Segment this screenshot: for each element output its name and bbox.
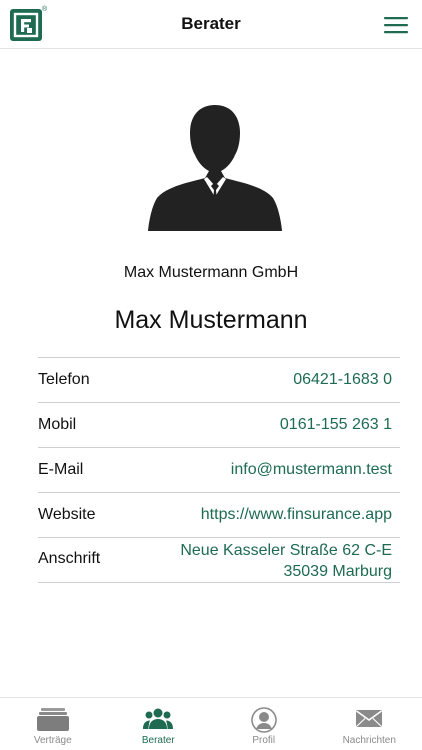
- person-silhouette-icon: [145, 100, 285, 232]
- contact-row-email[interactable]: E-Mail info@mustermann.test: [38, 448, 400, 493]
- website-link[interactable]: https://www.finsurance.app: [201, 506, 392, 524]
- address-street: Neue Kasseler Straße 62 C-E: [180, 542, 392, 559]
- contact-row-website[interactable]: Website https://www.finsurance.app: [38, 493, 400, 538]
- bottom-tab-bar: Verträge Berater Profil Nachrichten: [0, 697, 422, 750]
- contact-row-telefon[interactable]: Telefon 06421-1683 0: [38, 358, 400, 403]
- profile-circle-icon: [250, 707, 277, 733]
- registered-mark: ®: [42, 6, 48, 13]
- envelope-icon: [356, 710, 383, 727]
- tab-label: Verträge: [33, 735, 72, 746]
- hamburger-menu-icon[interactable]: [383, 15, 409, 35]
- phone-link[interactable]: 06421-1683 0: [293, 371, 392, 389]
- tab-berater[interactable]: Berater: [106, 698, 212, 750]
- contact-label: E-Mail: [38, 461, 84, 478]
- mobile-link[interactable]: 0161-155 263 1: [280, 416, 392, 434]
- contact-label: Website: [38, 506, 96, 523]
- address-city: 35039 Marburg: [283, 563, 392, 580]
- contact-row-mobil[interactable]: Mobil 0161-155 263 1: [38, 403, 400, 448]
- page-title: Berater: [181, 14, 241, 33]
- contact-label: Anschrift: [38, 550, 101, 567]
- advisor-name: Max Mustermann: [114, 306, 308, 334]
- tab-label: Profil: [252, 735, 276, 746]
- app-header: ® Berater: [0, 0, 422, 49]
- people-group-icon: [143, 708, 174, 729]
- tab-vertraege[interactable]: Verträge: [0, 698, 106, 750]
- contact-label: Telefon: [38, 371, 90, 388]
- tab-label: Berater: [141, 735, 175, 746]
- tab-profil[interactable]: Profil: [211, 698, 317, 750]
- contact-label: Mobil: [38, 416, 77, 433]
- tab-label: Nachrichten: [342, 735, 396, 746]
- company-name: Max Mustermann GmbH: [123, 264, 299, 281]
- email-link[interactable]: info@mustermann.test: [231, 461, 392, 479]
- tab-nachrichten[interactable]: Nachrichten: [317, 698, 422, 750]
- contact-row-anschrift[interactable]: Anschrift Neue Kasseler Straße 62 C-E 35…: [38, 538, 400, 583]
- contracts-stack-icon: [36, 708, 69, 731]
- contact-list: Telefon 06421-1683 0 Mobil 0161-155 263 …: [38, 357, 400, 583]
- address-link[interactable]: Neue Kasseler Straße 62 C-E 35039 Marbur…: [180, 540, 392, 582]
